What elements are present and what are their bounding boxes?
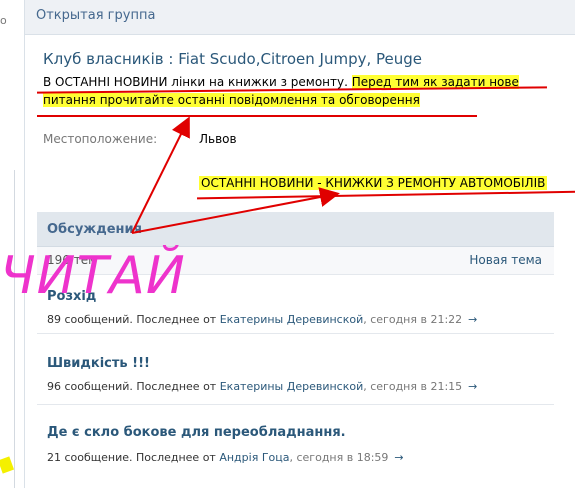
panel-header-title: Открытая группа bbox=[36, 8, 156, 23]
read-annotation-text: ЧИТАЙ bbox=[0, 246, 186, 306]
left-page-edge: o bbox=[0, 0, 22, 488]
topic-meta: 96 сообщений. Последнее от Екатерины Дер… bbox=[47, 380, 477, 393]
topic-last-time: , сегодня в 21:22 bbox=[363, 313, 463, 326]
new-topic-link[interactable]: Новая тема bbox=[469, 253, 542, 267]
topic-last-author[interactable]: Андрія Гоца bbox=[219, 451, 289, 464]
topic-last-author[interactable]: Екатерины Деревинской bbox=[220, 380, 364, 393]
topic-meta: 21 сообщение. Последнее от Андрія Гоца, … bbox=[47, 451, 404, 464]
left-edge-mark: o bbox=[0, 14, 7, 27]
discussions-header-label[interactable]: Обсуждения bbox=[47, 222, 142, 237]
panel-header: Открытая группа bbox=[25, 0, 575, 35]
news-plain-text: В ОСТАННІ НОВИНИ лінки на книжки з ремон… bbox=[43, 75, 352, 89]
topic-item: Швидкість !!! 96 сообщений. Последнее от… bbox=[37, 334, 554, 405]
group-news-text: В ОСТАННІ НОВИНИ лінки на книжки з ремон… bbox=[37, 73, 558, 117]
news-callout-highlight: ОСТАННІ НОВИНИ - КНИЖКИ З РЕМОНТУ АВТОМО… bbox=[199, 176, 548, 190]
go-to-last-arrow-icon[interactable]: → bbox=[468, 380, 477, 393]
topic-last-author[interactable]: Екатерины Деревинской bbox=[220, 313, 364, 326]
go-to-last-arrow-icon[interactable]: → bbox=[394, 451, 403, 464]
topic-meta: 89 сообщений. Последнее от Екатерины Дер… bbox=[47, 313, 477, 326]
topic-item: Де є скло бокове для переобладнання. 21 … bbox=[37, 405, 554, 488]
location-label: Местоположение: bbox=[43, 132, 158, 146]
group-title: Клуб власників : Fiat Scudo,Citroen Jump… bbox=[43, 50, 423, 68]
topic-title[interactable]: Швидкість !!! bbox=[47, 356, 150, 371]
topic-message-count: 96 сообщений. Последнее от bbox=[47, 380, 217, 393]
location-value: Львов bbox=[199, 132, 237, 146]
topic-title[interactable]: Де є скло бокове для переобладнання. bbox=[47, 425, 346, 440]
topic-message-count: 21 сообщение. Последнее от bbox=[47, 451, 216, 464]
topic-message-count: 89 сообщений. Последнее от bbox=[47, 313, 217, 326]
yellow-marker-scribble bbox=[0, 456, 15, 474]
callout-red-underline bbox=[197, 190, 575, 200]
topic-last-time: , сегодня в 18:59 bbox=[289, 451, 389, 464]
discussions-section-header[interactable]: Обсуждения bbox=[37, 212, 554, 247]
group-panel: Открытая группа Клуб власників : Fiat Sc… bbox=[24, 0, 575, 488]
news-highlight-2: питання прочитайте останні повідомлення … bbox=[43, 93, 420, 107]
red-underline-2 bbox=[37, 115, 477, 117]
topic-last-time: , сегодня в 21:15 bbox=[363, 380, 463, 393]
left-divider bbox=[14, 170, 15, 488]
go-to-last-arrow-icon[interactable]: → bbox=[468, 313, 477, 326]
